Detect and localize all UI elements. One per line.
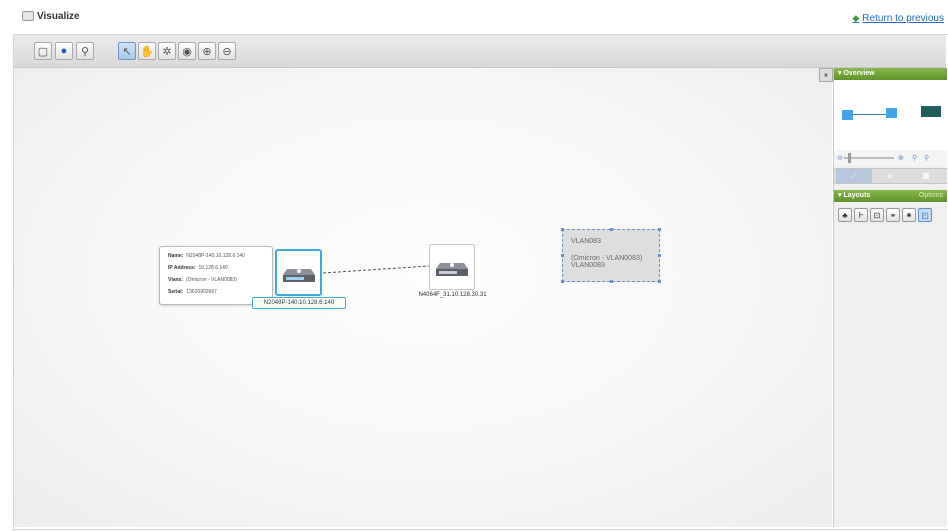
tooltip-row-ip: IP Address: 10.128.6.140 [168,265,228,271]
tree-layout-icon[interactable]: Ⱶ [854,208,868,222]
resize-handle[interactable] [610,280,613,283]
return-to-previous-link[interactable]: ◆ Return to previous [852,13,944,24]
page-header: Visualize ◆ Return to previous [0,0,948,34]
collapse-panel-button[interactable]: » [819,68,833,82]
tooltip-row-vlans: Vlans: (Omicron - VLAN0083) [168,277,237,283]
orthogonal-layout-icon[interactable]: ⊡ [870,208,884,222]
vlan-subtitle: (Omicron - VLAN0083) [571,255,643,262]
overview-edge [853,114,886,115]
zoom-controls: ⊖ ⊕ ⚲ ⚲ [834,150,947,166]
layout-icon[interactable]: ▢ [34,42,52,60]
tab-tree[interactable]: ⚶ [872,169,908,183]
right-panel: ▾ Overview ⊖ ⊕ ⚲ ⚲ ⟋ ⚶ ▦ ▾ Layouts Option… [833,68,947,527]
tooltip-row-serial: Serial: 13620902667 [168,289,217,295]
switch-node-1[interactable] [275,249,322,296]
select-icon[interactable]: ↖ [118,42,136,60]
circular-layout-icon[interactable]: ◰ [918,208,932,222]
vlan-group-node[interactable]: VLAN083 (Omicron - VLAN0083) VLAN0083 [561,228,661,283]
switch-icon [436,263,468,276]
vlan-title: VLAN083 [571,238,601,245]
zoom-in-icon[interactable]: ⊕ [198,42,216,60]
tab-link[interactable]: ⟋ [836,169,872,183]
resize-handle[interactable] [561,254,564,257]
zoom-slider-track[interactable] [844,157,894,159]
overview-node [842,110,853,120]
tooltip-row-name: Name: N2048P-140.10.128.6.140 [168,253,245,259]
node-2-label: N4064F_31.10.128.30.31 [418,292,487,298]
visualize-icon [22,11,34,22]
radial-layout-icon[interactable]: ✷ [902,208,916,222]
tab-grid[interactable]: ▦ [908,169,944,183]
find-icon[interactable]: ⚲ [76,42,94,60]
layouts-options-link[interactable]: Options [919,190,943,202]
zoom-fit-icon[interactable]: ⚲ [912,154,917,162]
resize-handle[interactable] [561,280,564,283]
overview-header[interactable]: ▾ Overview [834,68,947,80]
eye-icon[interactable]: ◉ [178,42,196,60]
zoom-minus-icon[interactable]: ⊖ [837,154,843,162]
pan-icon[interactable]: ✋ [138,42,156,60]
layouts-header[interactable]: ▾ Layouts Options [834,190,947,202]
page-title-text: Visualize [37,11,80,22]
vlan-name: VLAN0083 [571,262,605,269]
layout-icons: ♣ Ⱶ ⊡ ⚭ ✷ ◰ [838,208,946,226]
zoom-slider-thumb[interactable] [848,153,851,163]
panel-tabs: ⟋ ⚶ ▦ [834,168,947,184]
resize-handle[interactable] [561,228,564,231]
resize-handle[interactable] [610,228,613,231]
resize-handle[interactable] [658,228,661,231]
resize-handle[interactable] [658,254,661,257]
overview-minimap[interactable] [834,80,947,150]
page-title: Visualize [22,11,80,22]
info-icon[interactable]: ● [55,42,73,60]
zoom-out-icon[interactable]: ⊖ [218,42,236,60]
overview-node [886,108,897,118]
connect-icon[interactable]: ✲ [158,42,176,60]
overview-vlan [921,106,941,117]
return-label: Return to previous [862,13,944,24]
organic-layout-icon[interactable]: ⚭ [886,208,900,222]
toolbar: ▢ ● ⚲ ↖ ✋ ✲ ◉ ⊕ ⊖ [14,35,946,68]
back-arrow-icon: ◆ [852,13,860,23]
switch-node-2[interactable] [429,244,475,290]
hierarchic-layout-icon[interactable]: ♣ [838,208,852,222]
switch-icon [282,268,315,282]
zoom-reset-icon[interactable]: ⚲ [924,154,929,162]
resize-handle[interactable] [658,280,661,283]
zoom-plus-icon[interactable]: ⊕ [898,154,904,162]
node-1-label: N2048P-140.10.128.6.140 [252,297,346,309]
